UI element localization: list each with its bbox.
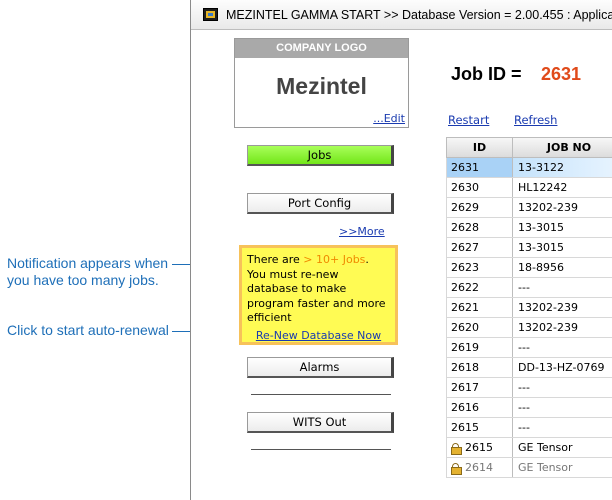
table-row[interactable]: 2615 GE Tensor bbox=[446, 438, 612, 458]
row-job-no: 18-8956 bbox=[518, 261, 564, 274]
row-id-cell: 2615 bbox=[447, 438, 513, 457]
row-id-cell: 2614 bbox=[447, 458, 513, 477]
row-id: 2619 bbox=[447, 338, 513, 357]
row-id: 2614 bbox=[465, 461, 493, 474]
row-id: 2615 bbox=[465, 441, 493, 454]
alarms-button[interactable]: Alarms bbox=[247, 357, 394, 378]
row-job-no: --- bbox=[518, 381, 530, 394]
wits-out-button[interactable]: WITS Out bbox=[247, 412, 394, 433]
row-job-no: DD-13-HZ-0769 bbox=[518, 361, 605, 374]
table-row[interactable]: 2617 --- bbox=[446, 378, 612, 398]
notice-highlight: > 10+ Jobs bbox=[303, 253, 366, 266]
row-id: 2615 bbox=[447, 418, 513, 437]
job-id-label: Job ID = bbox=[451, 64, 522, 84]
lock-icon bbox=[451, 462, 462, 475]
separator bbox=[251, 394, 391, 395]
row-job-no: 13202-239 bbox=[518, 201, 578, 214]
table-row[interactable]: 2614 GE Tensor bbox=[446, 458, 612, 478]
refresh-link[interactable]: Refresh bbox=[514, 113, 557, 127]
annotation-notification: Notification appears when you have too m… bbox=[7, 255, 168, 289]
renew-database-link[interactable]: Re-New Database Now bbox=[247, 329, 390, 344]
more-link[interactable]: >>More bbox=[339, 225, 385, 238]
logo-edit-link[interactable]: ...Edit bbox=[373, 112, 405, 125]
table-row[interactable]: 2615 --- bbox=[446, 418, 612, 438]
table-row[interactable]: 2630 HL12242 bbox=[446, 178, 612, 198]
title-bar[interactable]: MEZINTEL GAMMA START >> Database Version… bbox=[191, 0, 612, 30]
row-id: 2623 bbox=[447, 258, 513, 277]
app-icon bbox=[203, 8, 218, 21]
row-id: 2617 bbox=[447, 378, 513, 397]
annotation-click: Click to start auto-renewal bbox=[7, 322, 169, 338]
row-job-no: --- bbox=[518, 281, 530, 294]
job-id-value: 2631 bbox=[541, 64, 582, 84]
company-logo-box: COMPANY LOGO Mezintel ...Edit bbox=[234, 38, 409, 128]
row-job-no: 13202-239 bbox=[518, 301, 578, 314]
table-row[interactable]: 2620 13202-239 bbox=[446, 318, 612, 338]
row-job-no: 13-3122 bbox=[513, 158, 612, 177]
row-id: 2616 bbox=[447, 398, 513, 417]
table-row[interactable]: 2618 DD-13-HZ-0769 bbox=[446, 358, 612, 378]
separator bbox=[251, 449, 391, 450]
notice-text-prefix: There are bbox=[247, 253, 304, 266]
row-job-no: 13-3015 bbox=[518, 221, 564, 234]
table-row[interactable]: 2631 13-3122 bbox=[446, 158, 612, 178]
row-job-no: 13-3015 bbox=[518, 241, 564, 254]
company-logo: Mezintel bbox=[276, 73, 367, 99]
row-id: 2618 bbox=[447, 358, 513, 377]
app-window: MEZINTEL GAMMA START >> Database Version… bbox=[190, 0, 612, 500]
row-job-no: --- bbox=[518, 401, 530, 414]
row-id: 2631 bbox=[447, 158, 513, 177]
table-row[interactable]: 2619 --- bbox=[446, 338, 612, 358]
row-id: 2622 bbox=[447, 278, 513, 297]
table-row[interactable]: 2628 13-3015 bbox=[446, 218, 612, 238]
row-id: 2621 bbox=[447, 298, 513, 317]
row-id: 2620 bbox=[447, 318, 513, 337]
row-id: 2627 bbox=[447, 238, 513, 257]
row-id: 2628 bbox=[447, 218, 513, 237]
row-job-no: --- bbox=[518, 341, 530, 354]
annotation-notification-line2: you have too many jobs. bbox=[7, 272, 159, 288]
table-row[interactable]: 2616 --- bbox=[446, 398, 612, 418]
table-row[interactable]: 2623 18-8956 bbox=[446, 258, 612, 278]
restart-link[interactable]: Restart bbox=[448, 113, 489, 127]
table-row[interactable]: 2621 13202-239 bbox=[446, 298, 612, 318]
row-job-no: HL12242 bbox=[518, 181, 568, 194]
jobs-table: ID JOB NO 2631 13-3122 2630 HL12242 2629… bbox=[446, 137, 612, 478]
renew-notification: There are > 10+ Jobs. You must re-new da… bbox=[239, 245, 398, 345]
table-row[interactable]: 2629 13202-239 bbox=[446, 198, 612, 218]
row-id: 2629 bbox=[447, 198, 513, 217]
lock-icon bbox=[451, 442, 462, 455]
row-id: 2630 bbox=[447, 178, 513, 197]
logo-header: COMPANY LOGO bbox=[235, 39, 408, 58]
row-job-no: 13202-239 bbox=[518, 321, 578, 334]
table-header: ID JOB NO bbox=[446, 137, 612, 158]
column-header-job-no[interactable]: JOB NO bbox=[513, 138, 612, 157]
table-row[interactable]: 2627 13-3015 bbox=[446, 238, 612, 258]
row-job-no: GE Tensor bbox=[518, 441, 573, 454]
table-row[interactable]: 2622 --- bbox=[446, 278, 612, 298]
port-config-button[interactable]: Port Config bbox=[247, 193, 394, 214]
row-job-no: --- bbox=[518, 421, 530, 434]
jobs-button[interactable]: Jobs bbox=[247, 145, 394, 166]
window-title: MEZINTEL GAMMA START >> Database Version… bbox=[226, 7, 612, 22]
annotation-notification-line1: Notification appears when bbox=[7, 255, 169, 271]
column-header-id[interactable]: ID bbox=[447, 138, 513, 157]
row-job-no: GE Tensor bbox=[518, 461, 573, 474]
